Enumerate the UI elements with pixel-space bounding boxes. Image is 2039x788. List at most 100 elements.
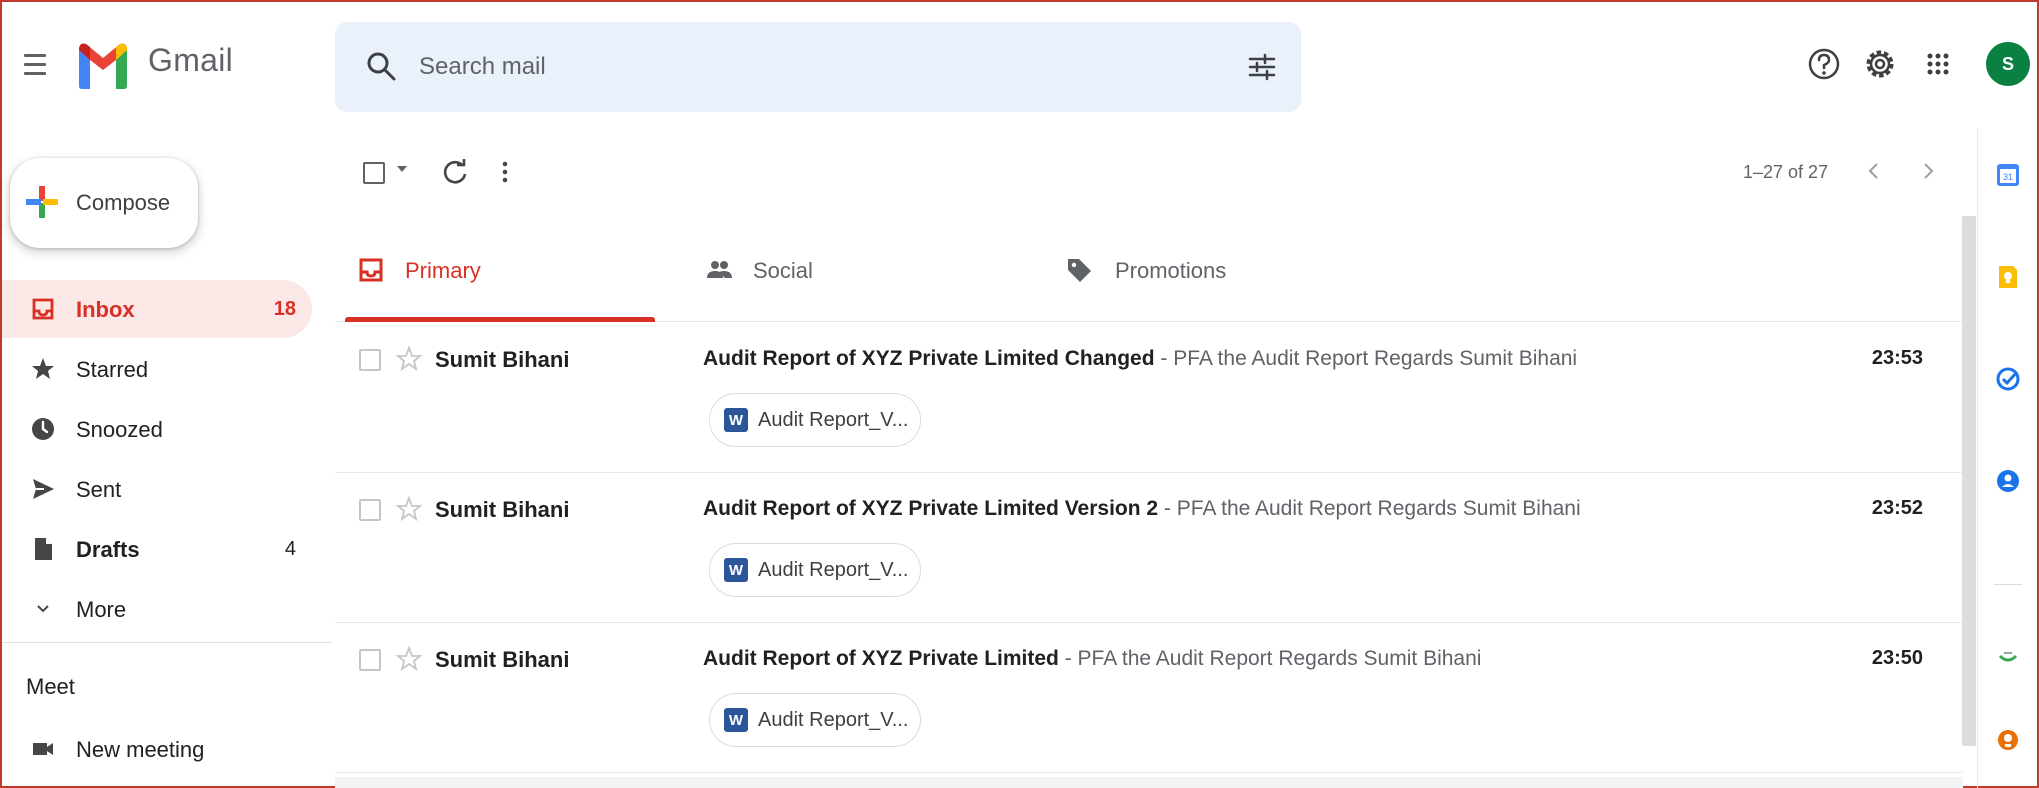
row-checkbox[interactable] <box>359 649 381 671</box>
tab-promotions[interactable]: Promotions <box>1015 216 1345 322</box>
tab-label: Promotions <box>1115 258 1227 283</box>
tab-primary[interactable]: Primary <box>335 216 670 322</box>
unread-count: 18 <box>273 298 296 320</box>
star-icon <box>32 358 54 379</box>
email-subject-line: Audit Report of XYZ Private Limited Vers… <box>703 497 1581 521</box>
email-sender: Sumit Bihani <box>435 347 570 372</box>
email-sender: Sumit Bihani <box>435 497 570 522</box>
chevron-right-icon[interactable] <box>1913 156 1943 186</box>
side-panel-divider <box>1994 584 2022 585</box>
attachment-name: Audit Report_V... <box>758 559 909 581</box>
compose-button[interactable]: Compose <box>10 158 198 248</box>
gmail-logo-icon[interactable] <box>76 36 130 92</box>
attachment-name: Audit Report_V... <box>758 709 909 731</box>
contacts-icon[interactable] <box>1995 468 2021 494</box>
inbox-icon <box>359 258 383 282</box>
help-icon[interactable] <box>1806 46 1842 82</box>
side-panel: 31 <box>1977 128 2037 788</box>
sidebar-item-label: More <box>76 597 127 622</box>
subject-separator: - <box>1154 347 1174 370</box>
tasks-icon[interactable] <box>1995 366 2021 392</box>
sidebar-divider <box>2 642 332 643</box>
keep-icon[interactable] <box>1995 264 2021 290</box>
sidebar-item-label: Snoozed <box>76 417 163 442</box>
search-bar[interactable] <box>335 22 1301 112</box>
row-checkbox[interactable] <box>359 499 381 521</box>
pagination-label: 1–27 of 27 <box>1743 162 1829 182</box>
draft-icon <box>35 538 52 560</box>
video-camera-icon <box>33 743 53 755</box>
sidebar-item-label: Sent <box>76 477 122 502</box>
email-sender: Sumit Bihani <box>435 647 570 672</box>
star-outline-icon[interactable] <box>395 345 423 373</box>
email-subject: Audit Report of XYZ Private Limited Chan… <box>703 347 1155 370</box>
main-menu-button[interactable] <box>24 44 54 84</box>
select-all-checkbox[interactable] <box>363 162 385 184</box>
search-options-icon[interactable] <box>1245 50 1279 84</box>
compose-label: Compose <box>76 190 171 215</box>
plus-icon <box>26 186 58 218</box>
attachment-chip[interactable]: W Audit Report_V... <box>709 393 921 447</box>
star-outline-icon[interactable] <box>395 645 423 673</box>
row-checkbox[interactable] <box>359 349 381 371</box>
sidebar-item-more[interactable]: More <box>2 580 312 638</box>
tab-label: Social <box>753 258 813 283</box>
refresh-icon[interactable] <box>439 156 471 188</box>
sidebar-item-snoozed[interactable]: Snoozed <box>2 400 312 458</box>
app-header: Gmail S <box>2 2 2037 128</box>
draft-count: 4 <box>284 538 296 560</box>
email-list-scrollbar[interactable] <box>1962 216 1976 746</box>
email-subject-line: Audit Report of XYZ Private Limited Chan… <box>703 347 1577 371</box>
chevron-left-icon[interactable] <box>1859 156 1889 186</box>
attachment-chip[interactable]: W Audit Report_V... <box>709 543 921 597</box>
email-snippet: PFA the Audit Report Regards Sumit Bihan… <box>1176 497 1581 520</box>
meet-section-title: Meet <box>26 674 75 699</box>
tag-icon <box>1068 259 1091 282</box>
clock-icon <box>32 418 54 440</box>
chevron-down-icon <box>37 605 49 613</box>
email-time: 23:52 <box>1871 497 1923 519</box>
tab-label: Primary <box>405 258 481 283</box>
svg-text:31: 31 <box>2003 172 2013 182</box>
email-row[interactable]: Sumit Bihani Audit Report of XYZ Private… <box>335 323 1963 473</box>
email-subject: Audit Report of XYZ Private Limited <box>703 647 1059 670</box>
app-title[interactable]: Gmail <box>148 42 233 79</box>
search-input[interactable] <box>419 46 1179 88</box>
subject-separator: - <box>1058 647 1078 670</box>
sidebar-item-label: Starred <box>76 357 149 382</box>
settings-icon[interactable] <box>1862 46 1898 82</box>
sidebar-item-drafts[interactable]: Drafts 4 <box>2 520 312 578</box>
sidebar-item-inbox[interactable]: Inbox 18 <box>2 280 312 338</box>
apps-icon[interactable] <box>1920 46 1956 82</box>
search-icon[interactable] <box>363 48 399 84</box>
addon-icon[interactable] <box>1995 644 2021 670</box>
email-time: 23:53 <box>1871 347 1923 369</box>
more-vert-icon[interactable] <box>495 156 515 188</box>
email-snippet: PFA the Audit Report Regards Sumit Bihan… <box>1077 647 1482 670</box>
star-outline-icon[interactable] <box>395 495 423 523</box>
word-doc-icon: W <box>724 408 748 432</box>
addon-icon[interactable] <box>1995 726 2021 752</box>
email-row[interactable]: Sumit Bihani Audit Report of XYZ Private… <box>335 623 1963 773</box>
account-avatar[interactable]: S <box>1986 42 2030 86</box>
sidebar-item-new-meeting[interactable]: New meeting <box>2 720 312 778</box>
send-icon <box>33 479 54 499</box>
email-row[interactable]: Sumit Bihani Audit Report of XYZ Private… <box>335 473 1963 623</box>
word-doc-icon: W <box>724 558 748 582</box>
attachment-name: Audit Report_V... <box>758 409 909 431</box>
sidebar-item-label: Inbox <box>76 297 135 322</box>
sidebar-item-label: New meeting <box>76 737 205 762</box>
subject-separator: - <box>1158 497 1177 520</box>
mail-toolbar: 1–27 of 27 <box>335 142 1965 214</box>
sidebar-item-sent[interactable]: Sent <box>2 460 312 518</box>
attachment-chip[interactable]: W Audit Report_V... <box>709 693 921 747</box>
tab-social[interactable]: Social <box>675 216 1005 322</box>
word-doc-icon: W <box>724 708 748 732</box>
email-subject: Audit Report of XYZ Private Limited Vers… <box>703 497 1159 520</box>
email-list: Sumit Bihani Audit Report of XYZ Private… <box>335 323 1963 783</box>
email-subject-line: Audit Report of XYZ Private Limited - PF… <box>703 647 1481 671</box>
calendar-icon[interactable]: 31 <box>1995 162 2021 188</box>
select-options-icon[interactable] <box>397 166 407 172</box>
sidebar-item-starred[interactable]: Starred <box>2 340 312 398</box>
category-tabs: Primary Social Promotions <box>335 216 1963 322</box>
